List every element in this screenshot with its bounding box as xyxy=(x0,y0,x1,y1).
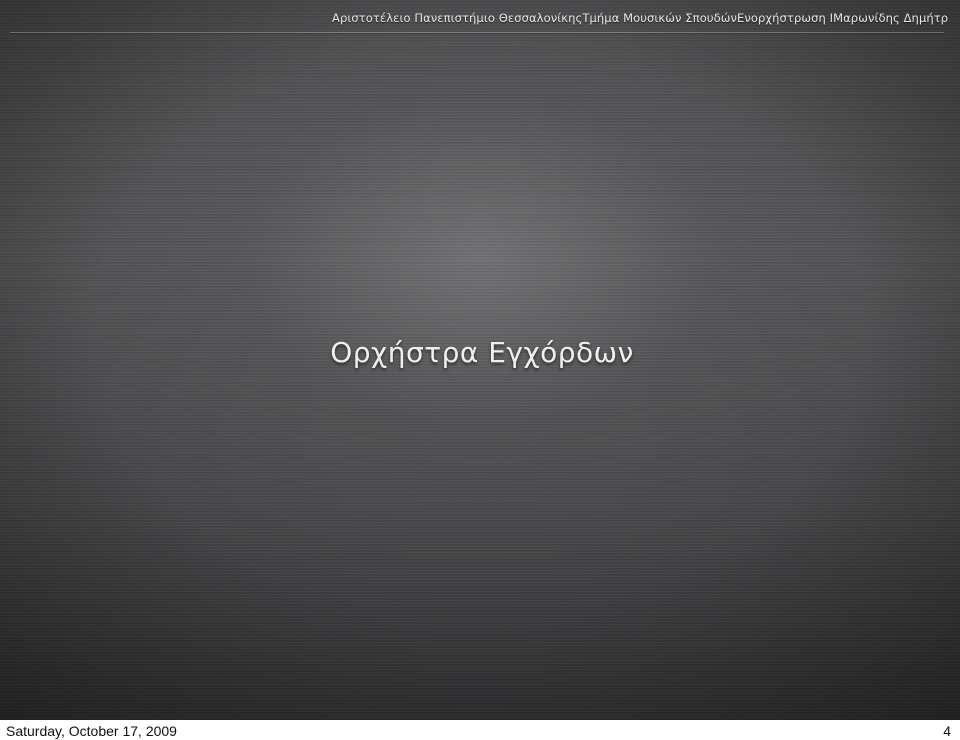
header-divider xyxy=(10,32,944,33)
slide-title: Ορχήστρα Εγχόρδων xyxy=(330,336,634,369)
footer-date: Saturday, October 17, 2009 xyxy=(6,723,177,739)
slide-header: Αριστοτέλειο Πανεπιστήμιο ΘεσσαλονίκηςΤμ… xyxy=(332,8,952,28)
header-university: Αριστοτέλειο Πανεπιστήμιο Θεσσαλονίκης xyxy=(332,11,583,25)
header-course: Ενορχήστρωση Ι xyxy=(736,11,834,25)
pdf-page: Αριστοτέλειο Πανεπιστήμιο ΘεσσαλονίκηςΤμ… xyxy=(0,0,960,740)
header-author: Μαρωνίδης Δημήτρ xyxy=(833,11,949,25)
header-department: Τμήμα Μουσικών Σπουδών xyxy=(582,11,737,25)
slide-title-container: Ορχήστρα Εγχόρδων xyxy=(0,336,960,369)
footer-page-number: 4 xyxy=(943,723,951,739)
print-footer: Saturday, October 17, 2009 4 xyxy=(0,720,960,740)
slide: Αριστοτέλειο Πανεπιστήμιο ΘεσσαλονίκηςΤμ… xyxy=(0,0,960,720)
